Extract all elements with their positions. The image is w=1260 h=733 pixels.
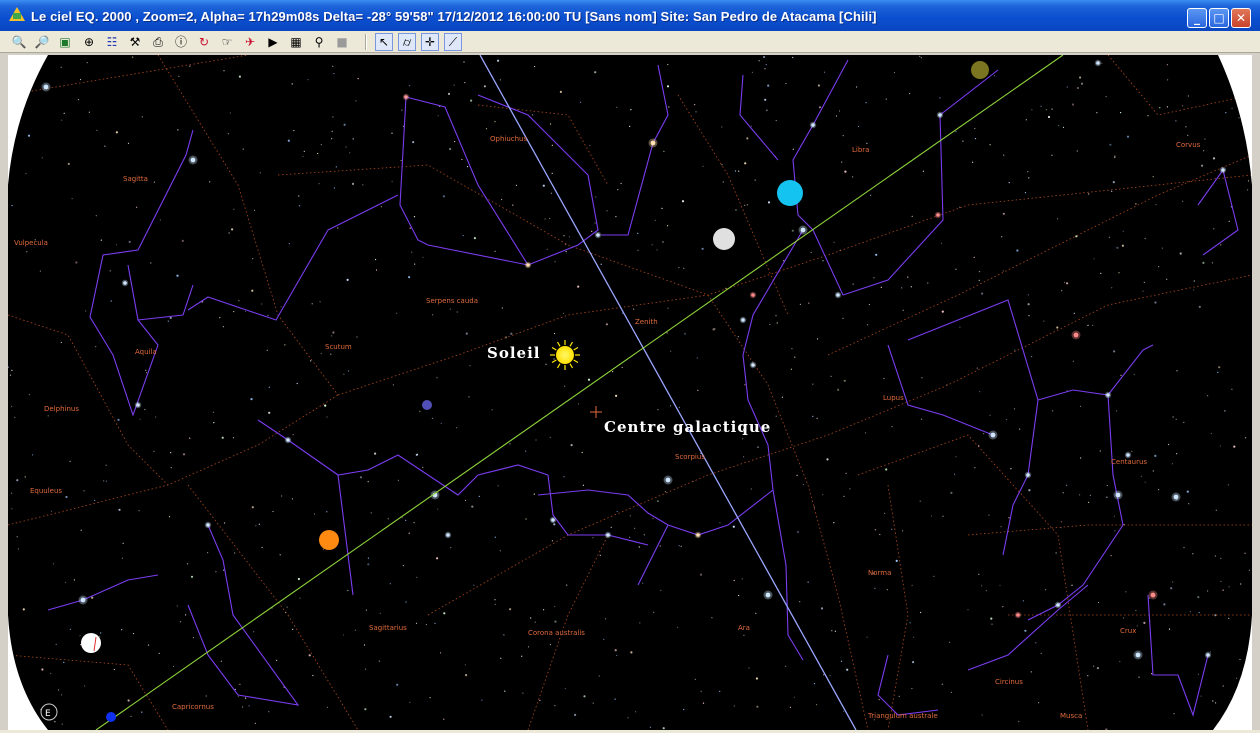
maximize-button[interactable]: □	[1209, 8, 1229, 28]
constellation-label: Zenith	[635, 318, 658, 326]
window-title: Le ciel EQ. 2000 , Zoom=2, Alpha= 17h29m…	[31, 9, 877, 24]
minimize-button[interactable]: _	[1187, 8, 1207, 28]
constellation-label: Scorpius	[675, 453, 705, 461]
maximize-icon: □	[1213, 11, 1225, 25]
rocket-button[interactable]: ✈	[241, 33, 259, 51]
constellation-label: Musca	[1060, 712, 1082, 720]
close-button[interactable]: ✕	[1231, 8, 1251, 28]
venus-marker[interactable]	[81, 633, 101, 653]
toolbar: 🔍 🔎 ▣ ⊕ ☷ ⚒ ⎙ ⓘ ↻ ☞ ✈ ▶ ▦ ⚲ ■ ↖ ⌭ ✛ ⟋	[0, 31, 1260, 53]
constellation-label: Crux	[1120, 627, 1136, 635]
constellation-label: Lupus	[883, 394, 904, 402]
play-button[interactable]: ▶	[264, 33, 282, 51]
sun-label: Soleil	[487, 344, 540, 362]
pointer-hand-button[interactable]: ☞	[218, 33, 236, 51]
constellation-label: Norma	[868, 569, 891, 577]
constellation-label: Capricornus	[172, 703, 214, 711]
info-button[interactable]: ⓘ	[172, 33, 190, 51]
saturn-marker[interactable]	[971, 61, 989, 79]
compass-east-label: E	[45, 709, 51, 719]
sky-canvas[interactable]: Soleil Centre galactique Ophiuchus Libra S…	[8, 55, 1252, 730]
title-bar: Le ciel EQ. 2000 , Zoom=2, Alpha= 17h29m…	[0, 0, 1260, 31]
moon-marker[interactable]	[713, 228, 735, 250]
info-icon: ⓘ	[174, 35, 187, 49]
rocket-icon: ✈	[244, 35, 256, 49]
constellation-label: Delphinus	[44, 405, 79, 413]
constellation-label: Libra	[852, 146, 869, 154]
constellation-label: Ara	[738, 624, 750, 632]
constellation-label: Corvus	[1176, 141, 1201, 149]
constellation-label: Sagittarius	[369, 624, 407, 632]
measure-button[interactable]: ⟋	[444, 33, 462, 51]
zoom-in-icon: 🔎	[34, 35, 50, 49]
pluto-marker[interactable]	[422, 400, 432, 410]
sky-chart[interactable]: Soleil Centre galactique Ophiuchus Libra S…	[8, 55, 1252, 730]
crosshair-button[interactable]: ✛	[421, 33, 439, 51]
telescope-icon: ⚒	[129, 35, 141, 49]
constellation-label: Equuleus	[30, 487, 62, 495]
mercury-marker[interactable]	[106, 712, 116, 722]
galactic-center-label: Centre galactique	[604, 418, 771, 436]
cursor-arrow-button[interactable]: ↖	[375, 33, 393, 51]
telescope-button[interactable]: ⚒	[126, 33, 144, 51]
print-icon: ⎙	[153, 35, 163, 49]
close-icon: ✕	[1235, 11, 1247, 25]
constellation-label: Scutum	[325, 343, 352, 351]
play-icon: ▶	[268, 35, 278, 49]
cursor-arrow-icon: ↖	[378, 35, 390, 49]
search-object-button[interactable]: ⚲	[310, 33, 328, 51]
constellation-label: Serpens cauda	[426, 297, 478, 305]
grey-square-icon: ■	[336, 35, 348, 49]
print-button[interactable]: ⎙	[149, 33, 167, 51]
binoculars-icon: ⌭	[402, 35, 412, 49]
measure-icon: ⟋	[448, 35, 458, 49]
constellation-label: Circinus	[995, 678, 1023, 686]
mars-marker[interactable]	[319, 530, 339, 550]
constellation-label: Vulpecula	[14, 239, 48, 247]
zoom-out-button[interactable]: 🔍	[10, 33, 28, 51]
grey-square-button[interactable]: ■	[333, 33, 351, 51]
constellation-label: Centaurus	[1111, 458, 1147, 466]
constellation-label: Aquila	[135, 348, 157, 356]
constellation-label: Ophiuchus	[490, 135, 527, 143]
table-icon: ▦	[290, 35, 302, 49]
refresh-button[interactable]: ↻	[195, 33, 213, 51]
catalog-button[interactable]: ☷	[103, 33, 121, 51]
crosshair-icon: ✛	[424, 35, 436, 49]
constellation-label: Corona australis	[528, 629, 585, 637]
image-icon: ▣	[59, 35, 71, 49]
constellation-label: Sagitta	[123, 175, 148, 183]
cartes-du-ciel-app-icon[interactable]	[9, 7, 25, 21]
constellation-label: Triangulum australe	[867, 712, 938, 720]
pointer-hand-icon: ☞	[221, 35, 233, 49]
neptune-marker[interactable]	[777, 180, 803, 206]
refresh-icon: ↻	[198, 35, 210, 49]
globe-icon: ⊕	[83, 35, 95, 49]
minimize-icon: _	[1194, 11, 1200, 25]
table-button[interactable]: ▦	[287, 33, 305, 51]
binoculars-button[interactable]: ⌭	[398, 33, 416, 51]
zoom-in-button[interactable]: 🔎	[33, 33, 51, 51]
zoom-out-icon: 🔍	[11, 35, 27, 49]
search-object-icon: ⚲	[314, 35, 324, 49]
catalog-icon: ☷	[106, 35, 118, 49]
globe-button[interactable]: ⊕	[80, 33, 98, 51]
image-button[interactable]: ▣	[56, 33, 74, 51]
compass-marker[interactable]: E	[40, 703, 58, 721]
toolbar-separator	[365, 34, 367, 50]
